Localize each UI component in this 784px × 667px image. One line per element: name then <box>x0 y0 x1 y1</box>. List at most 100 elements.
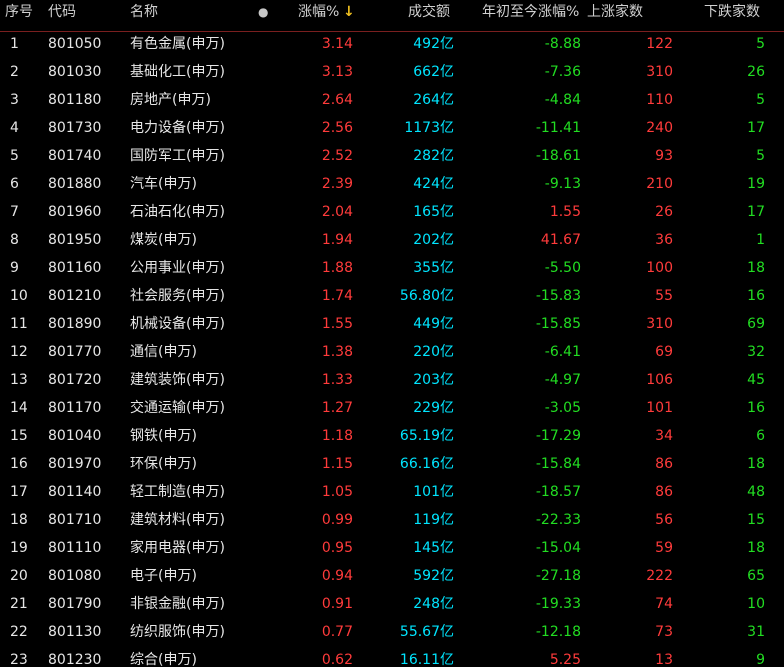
table-row[interactable]: 10 801210 社会服务(申万) 1.74 56.80亿 -15.83 55 16 <box>0 282 784 310</box>
table-row[interactable]: 3 801180 房地产(申万) 2.64 264亿 -4.84 110 5 <box>0 86 784 114</box>
row-name: 建筑装饰(申万) <box>130 372 225 388</box>
table-row[interactable]: 17 801140 轻工制造(申万) 1.05 101亿 -18.57 86 48 <box>0 478 784 506</box>
row-up-count: 101 <box>646 400 673 416</box>
table-row[interactable]: 1 801050 有色金属(申万) 3.14 492亿 -8.88 122 5 <box>0 30 784 58</box>
row-down-count: 18 <box>747 456 765 472</box>
table-row[interactable]: 6 801880 汽车(申万) 2.39 424亿 -9.13 210 19 <box>0 170 784 198</box>
row-name: 机械设备(申万) <box>130 316 225 332</box>
row-ytd: -15.84 <box>535 456 581 472</box>
row-down-count: 65 <box>747 568 765 584</box>
row-seq: 3 <box>10 92 19 108</box>
row-seq: 2 <box>10 64 19 80</box>
row-seq: 8 <box>10 232 19 248</box>
row-name: 通信(申万) <box>130 344 197 360</box>
table-row[interactable]: 7 801960 石油石化(申万) 2.04 165亿 1.55 26 17 <box>0 198 784 226</box>
row-name: 交通运输(申万) <box>130 400 225 416</box>
row-code: 801710 <box>48 512 102 528</box>
table-row[interactable]: 20 801080 电子(申万) 0.94 592亿 -27.18 222 65 <box>0 562 784 590</box>
table-row[interactable]: 22 801130 纺织服饰(申万) 0.77 55.67亿 -12.18 73 31 <box>0 618 784 646</box>
row-ytd: -4.97 <box>544 372 581 388</box>
row-ytd: -18.57 <box>535 484 581 500</box>
row-up-count: 73 <box>655 624 673 640</box>
column-header-volume[interactable]: 成交额 <box>408 0 450 24</box>
row-seq: 6 <box>10 176 19 192</box>
row-down-count: 26 <box>747 64 765 80</box>
row-up-count: 59 <box>655 540 673 556</box>
row-code: 801230 <box>48 652 102 667</box>
dot-icon[interactable]: ● <box>258 0 268 24</box>
row-code: 801050 <box>48 36 102 52</box>
row-up-count: 26 <box>655 204 673 220</box>
table-row[interactable]: 2 801030 基础化工(申万) 3.13 662亿 -7.36 310 26 <box>0 58 784 86</box>
row-name: 石油石化(申万) <box>130 204 225 220</box>
row-down-count: 17 <box>747 204 765 220</box>
row-change: 2.52 <box>321 148 353 164</box>
table-row[interactable]: 5 801740 国防军工(申万) 2.52 282亿 -18.61 93 5 <box>0 142 784 170</box>
row-volume: 220亿 <box>413 344 454 360</box>
row-name: 有色金属(申万) <box>130 36 225 52</box>
row-code: 801880 <box>48 176 102 192</box>
row-seq: 18 <box>10 512 28 528</box>
column-header-up-count[interactable]: 上涨家数 <box>587 0 643 24</box>
table-row[interactable]: 8 801950 煤炭(申万) 1.94 202亿 41.67 36 1 <box>0 226 784 254</box>
row-change: 1.05 <box>321 484 353 500</box>
row-ytd: -17.29 <box>535 428 581 444</box>
row-seq: 5 <box>10 148 19 164</box>
row-ytd: -3.05 <box>544 400 581 416</box>
table-row[interactable]: 15 801040 钢铁(申万) 1.18 65.19亿 -17.29 34 6 <box>0 422 784 450</box>
row-volume: 282亿 <box>413 148 454 164</box>
row-name: 社会服务(申万) <box>130 288 225 304</box>
row-code: 801730 <box>48 120 102 136</box>
row-up-count: 55 <box>655 288 673 304</box>
row-code: 801140 <box>48 484 102 500</box>
row-name: 纺织服饰(申万) <box>130 624 225 640</box>
table-row[interactable]: 12 801770 通信(申万) 1.38 220亿 -6.41 69 32 <box>0 338 784 366</box>
row-seq: 17 <box>10 484 28 500</box>
row-change: 3.14 <box>321 36 353 52</box>
row-up-count: 34 <box>655 428 673 444</box>
row-code: 801130 <box>48 624 102 640</box>
row-change: 1.27 <box>321 400 353 416</box>
table-row[interactable]: 19 801110 家用电器(申万) 0.95 145亿 -15.04 59 18 <box>0 534 784 562</box>
row-name: 家用电器(申万) <box>130 540 225 556</box>
row-ytd: -5.50 <box>544 260 581 276</box>
table-row[interactable]: 18 801710 建筑材料(申万) 0.99 119亿 -22.33 56 15 <box>0 506 784 534</box>
table-row[interactable]: 9 801160 公用事业(申万) 1.88 355亿 -5.50 100 18 <box>0 254 784 282</box>
row-volume: 145亿 <box>413 540 454 556</box>
row-up-count: 110 <box>646 92 673 108</box>
row-seq: 1 <box>10 36 19 52</box>
row-code: 801960 <box>48 204 102 220</box>
column-header-name[interactable]: 名称 <box>130 0 158 24</box>
table-row[interactable]: 16 801970 环保(申万) 1.15 66.16亿 -15.84 86 18 <box>0 450 784 478</box>
row-change: 0.91 <box>321 596 353 612</box>
row-down-count: 45 <box>747 372 765 388</box>
row-code: 801170 <box>48 400 102 416</box>
row-up-count: 86 <box>655 484 673 500</box>
row-change: 2.64 <box>321 92 353 108</box>
table-header: 序号 代码 名称 ● 涨幅% ↓ 成交额 年初至今涨幅% 上涨家数 下跌家数 <box>0 0 784 24</box>
table-row[interactable]: 11 801890 机械设备(申万) 1.55 449亿 -15.85 310 69 <box>0 310 784 338</box>
row-change: 2.04 <box>321 204 353 220</box>
row-volume: 55.67亿 <box>399 624 454 640</box>
table-row[interactable]: 23 801230 综合(申万) 0.62 16.11亿 5.25 13 9 <box>0 646 784 667</box>
row-ytd: 41.67 <box>540 232 581 248</box>
row-volume: 65.19亿 <box>399 428 454 444</box>
column-header-seq[interactable]: 序号 <box>5 0 33 24</box>
column-header-change[interactable]: 涨幅% <box>298 0 339 24</box>
row-up-count: 122 <box>646 36 673 52</box>
column-header-code[interactable]: 代码 <box>48 0 76 24</box>
table-row[interactable]: 14 801170 交通运输(申万) 1.27 229亿 -3.05 101 16 <box>0 394 784 422</box>
table-row[interactable]: 4 801730 电力设备(申万) 2.56 1173亿 -11.41 240 17 <box>0 114 784 142</box>
row-name: 汽车(申万) <box>130 176 197 192</box>
row-volume: 119亿 <box>413 512 454 528</box>
table-row[interactable]: 13 801720 建筑装饰(申万) 1.33 203亿 -4.97 106 45 <box>0 366 784 394</box>
sort-descending-icon[interactable]: ↓ <box>343 0 355 24</box>
row-down-count: 5 <box>756 92 765 108</box>
row-down-count: 32 <box>747 344 765 360</box>
table-row[interactable]: 21 801790 非银金融(申万) 0.91 248亿 -19.33 74 10 <box>0 590 784 618</box>
row-volume: 449亿 <box>413 316 454 332</box>
row-down-count: 16 <box>747 400 765 416</box>
column-header-ytd[interactable]: 年初至今涨幅% <box>482 0 579 24</box>
row-down-count: 1 <box>756 232 765 248</box>
column-header-down-count[interactable]: 下跌家数 <box>704 0 760 24</box>
